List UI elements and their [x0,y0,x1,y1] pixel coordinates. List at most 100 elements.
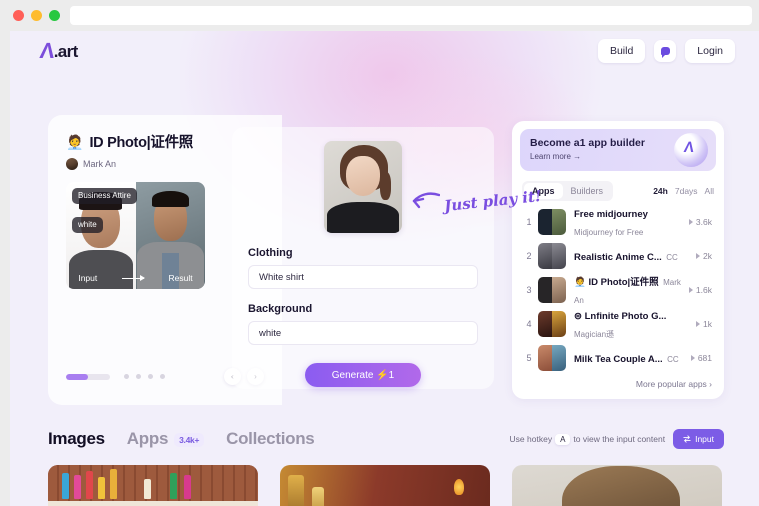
apps-count-badge: 3.4k+ [174,432,205,447]
sphere-logo-icon [674,133,708,167]
promo-banner[interactable]: Become a1 app builder Learn more → [520,129,716,171]
before-after-preview[interactable]: Business Attire white Input Result [66,182,205,289]
page-content: Λ .art Build Login 🧑‍💼 ID Photo|证件照 [10,31,759,506]
login-button[interactable]: Login [685,39,735,63]
app-name: 🧑‍💼 ID Photo|证件照 [574,277,659,288]
app-name: Milk Tea Couple A... [574,354,663,365]
hotkey-prefix: Use hotkey [509,433,553,444]
app-author: CC [667,355,679,364]
arrow-right-icon [121,275,145,281]
input-toggle-label: Input [695,434,714,444]
list-item[interactable]: 3 🧑‍💼 ID Photo|证件照 Mark An 1.6k [520,273,716,307]
avatar [66,158,78,170]
browser-titlebar [0,0,759,31]
popular-apps-list: 1 Free midjourney Midjourney for Free 3.… [520,205,716,375]
result-label: Result [168,273,193,283]
app-thumbnail [538,277,566,303]
play-icon [696,321,701,327]
hotkey-suffix: to view the input content [573,433,666,444]
build-button[interactable]: Build [597,39,646,63]
sidebar-tab-apps[interactable]: Apps [524,183,563,199]
app-name: ⊜ Lnfinite Photo G... [574,311,667,322]
app-thumbnail [538,311,566,337]
app-thumbnail [538,243,566,269]
clothing-input[interactable] [248,265,478,289]
play-icon [696,253,701,259]
carousel-dot[interactable] [124,374,129,379]
hotkey-hint: Use hotkey Ato view the input content Inp… [510,429,724,449]
input-toggle-button[interactable]: Input [673,429,724,449]
browser-window: Λ .art Build Login 🧑‍💼 ID Photo|证件照 [0,0,759,506]
chat-bubble-icon[interactable] [654,40,677,62]
app-author: Midjourney for Free [574,228,644,237]
logo-text: .art [53,41,79,61]
prompt-tag-background: white [72,217,103,234]
address-bar[interactable] [70,6,752,25]
list-item[interactable]: 4 ⊜ Lnfinite Photo G... Magician遜 1k [520,307,716,341]
app-name: Realistic Anime C... [574,252,662,263]
carousel-dot[interactable] [160,374,165,379]
carousel-progress-fill [66,373,88,380]
rank: 2 [526,251,532,261]
tab-collections[interactable]: Collections [226,429,315,449]
list-item[interactable]: 5 Milk Tea Couple A... CC 681 [520,341,716,375]
rank: 1 [526,217,532,227]
app-run-count: 681 [690,353,712,363]
more-popular-apps-link[interactable]: More popular apps › [520,375,716,389]
compare-labels: Input Result [66,273,205,283]
background-input[interactable] [248,321,478,345]
app-run-count: 2k [696,251,712,261]
play-icon [690,355,695,361]
close-window-button[interactable] [13,10,24,21]
popular-apps-sidebar: Become a1 app builder Learn more → Apps … [512,121,724,399]
hero-section: 🧑‍💼 ID Photo|证件照 Mark An [48,115,724,405]
site-header: Λ .art Build Login [10,31,759,71]
rank: 3 [526,285,532,295]
app-run-count: 1.6k [688,285,712,295]
prompt-tag-clothing: Business Attire [72,188,137,205]
timeframe-7days[interactable]: 7days [675,186,698,196]
rank: 5 [526,353,532,363]
app-run-count: 1k [696,319,712,329]
play-icon [688,219,693,225]
sidebar-tab-group: Apps Builders [522,181,614,201]
play-icon [688,287,693,293]
timeframe-24h[interactable]: 24h [653,186,668,196]
tab-images[interactable]: Images [48,429,105,449]
maximize-window-button[interactable] [49,10,60,21]
hotkey-keycap: A [555,433,571,445]
carousel-dot[interactable] [148,374,153,379]
app-name: Free midjourney [574,209,648,220]
rank: 4 [526,319,532,329]
tab-apps[interactable]: Apps 3.4k+ [126,429,205,449]
tab-apps-label: Apps [126,429,169,448]
traffic-lights [13,10,60,21]
app-run-count: 3.6k [688,217,712,227]
generator-panel: Clothing Background Generate ⚡1 [232,127,494,389]
timeframe-all[interactable]: All [705,186,714,196]
swap-icon [683,435,691,443]
carousel-dots[interactable] [124,374,165,379]
clothing-label: Clothing [248,247,293,259]
image-gallery [48,465,724,506]
app-title: ID Photo|证件照 [89,135,193,151]
background-label: Background [248,303,313,315]
generate-button[interactable]: Generate ⚡1 [305,363,421,387]
app-author-name: Mark An [83,159,117,169]
list-item[interactable]: 1 Free midjourney Midjourney for Free 3.… [520,205,716,239]
app-author: CC [666,253,678,262]
gallery-card[interactable] [512,465,722,506]
gallery-card[interactable] [280,465,490,506]
site-logo[interactable]: Λ .art [39,38,79,63]
app-emoji-icon: 🧑‍💼 [66,133,84,150]
gallery-card[interactable] [48,465,258,506]
sidebar-tab-builders[interactable]: Builders [563,183,612,199]
list-item[interactable]: 2 Realistic Anime C... CC 2k [520,239,716,273]
generated-portrait-preview[interactable] [324,141,402,233]
app-thumbnail [538,345,566,371]
carousel-dot[interactable] [136,374,141,379]
header-actions: Build Login [597,39,735,63]
sidebar-tabs-row: Apps Builders 24h 7days All [520,181,716,201]
bottom-section: Images Apps 3.4k+ Collections Use hotkey A… [48,429,724,506]
minimize-window-button[interactable] [31,10,42,21]
